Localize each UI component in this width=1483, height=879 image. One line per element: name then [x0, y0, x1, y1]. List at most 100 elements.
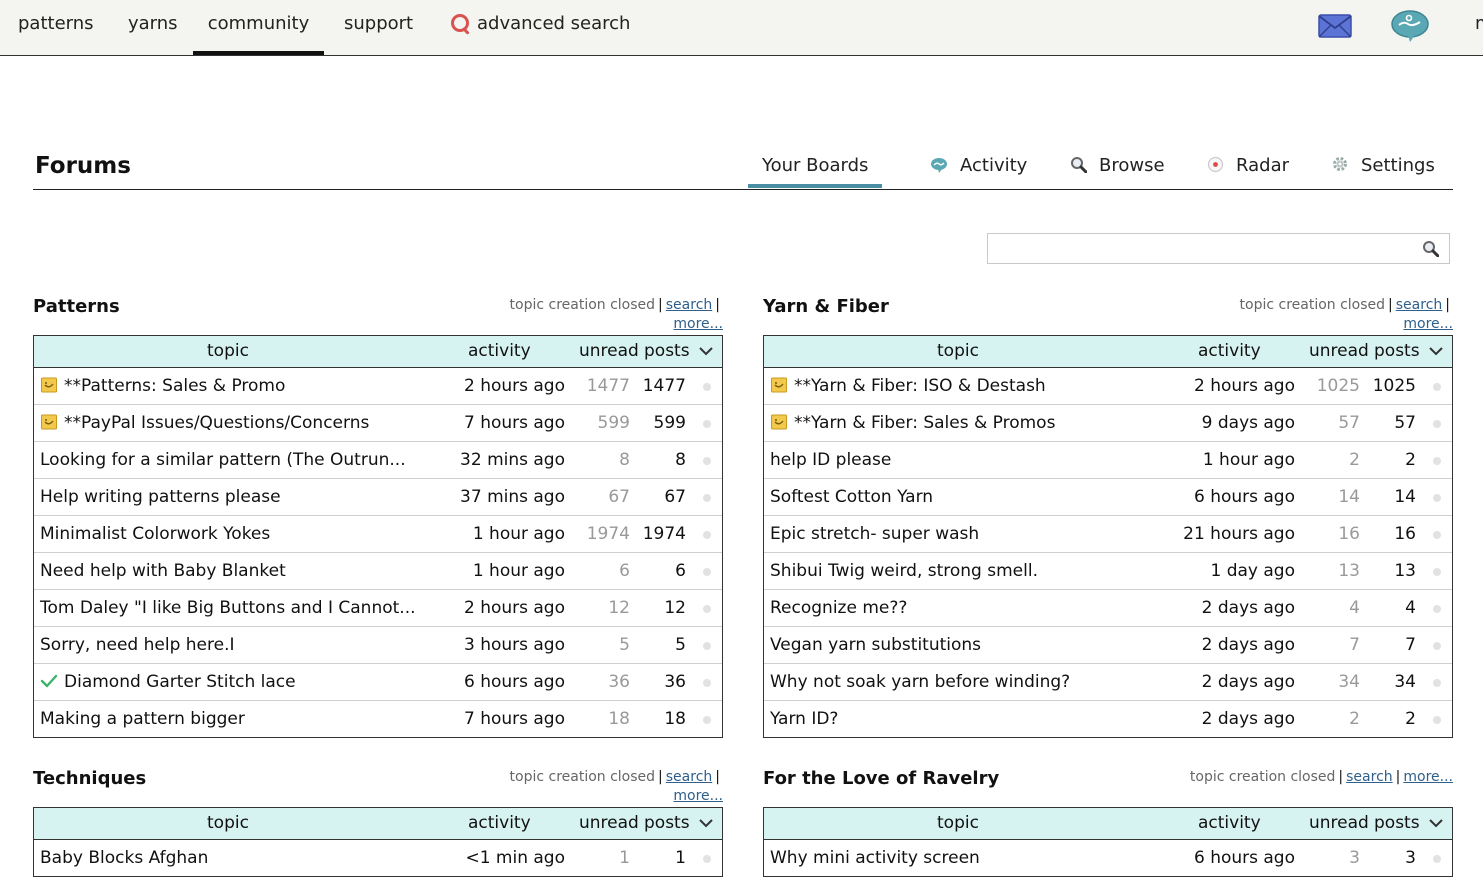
mark-read-dot[interactable] [703, 855, 711, 863]
table-row[interactable]: **Patterns: Sales & Promo 2 hours ago 1477… [34, 368, 722, 405]
board-search-input[interactable] [988, 234, 1420, 261]
column-activity[interactable]: activity [468, 341, 531, 361]
table-row[interactable]: Sorry, need help here.I 3 hours ago 5 5 [34, 627, 722, 664]
nav-user-cut[interactable]: m [1475, 0, 1483, 47]
unread-count[interactable]: 1477 [587, 376, 630, 396]
unread-count[interactable]: 4 [1349, 598, 1360, 618]
mark-read-dot[interactable] [1433, 420, 1441, 428]
table-row[interactable]: Baby Blocks Afghan <1 min ago 1 1 [34, 840, 722, 876]
column-topic[interactable]: topic [937, 341, 979, 361]
unread-count[interactable]: 18 [608, 709, 630, 729]
mark-read-dot[interactable] [1433, 383, 1441, 391]
column-topic[interactable]: topic [207, 341, 249, 361]
column-topic[interactable]: topic [207, 813, 249, 833]
table-row[interactable]: Minimalist Colorwork Yokes 1 hour ago 1974… [34, 516, 722, 553]
mark-read-dot[interactable] [703, 383, 711, 391]
unread-count[interactable]: 6 [619, 561, 630, 581]
column-activity[interactable]: activity [468, 813, 531, 833]
unread-count[interactable]: 12 [608, 598, 630, 618]
mark-read-dot[interactable] [703, 716, 711, 724]
mark-read-dot[interactable] [1433, 568, 1441, 576]
table-row[interactable]: Looking for a similar pattern (The Outru… [34, 442, 722, 479]
table-row[interactable]: Making a pattern bigger 7 hours ago 18 18 [34, 701, 722, 737]
table-row[interactable]: Shibui Twig weird, strong smell. 1 day ag… [764, 553, 1452, 590]
unread-count[interactable]: 5 [619, 635, 630, 655]
tab-activity[interactable]: Activity [930, 155, 1027, 176]
topic-link[interactable]: help ID please [770, 450, 891, 470]
unread-count[interactable]: 3 [1349, 848, 1360, 868]
table-row[interactable]: Why not soak yarn before winding? 2 days … [764, 664, 1452, 701]
mail-icon[interactable] [1318, 13, 1352, 39]
tab-your-boards[interactable]: Your Boards [748, 155, 883, 188]
column-activity[interactable]: activity [1198, 341, 1261, 361]
table-row[interactable]: Why mini activity screen 6 hours ago 3 3 [764, 840, 1452, 876]
column-unread[interactable]: unread [579, 341, 639, 361]
tab-radar[interactable]: Radar [1207, 155, 1289, 176]
mark-read-dot[interactable] [703, 457, 711, 465]
unread-count[interactable]: 36 [608, 672, 630, 692]
chevron-down-icon[interactable] [698, 817, 714, 829]
mark-read-dot[interactable] [1433, 457, 1441, 465]
topic-link[interactable]: Shibui Twig weird, strong smell. [770, 561, 1038, 581]
unread-count[interactable]: 67 [608, 487, 630, 507]
tab-browse[interactable]: Browse [1070, 155, 1165, 176]
topic-link[interactable]: Why not soak yarn before winding? [770, 672, 1070, 692]
mark-read-dot[interactable] [1433, 679, 1441, 687]
topic-link[interactable]: **Patterns: Sales & Promo [40, 376, 285, 396]
column-posts[interactable]: posts [1374, 341, 1420, 361]
tab-settings[interactable]: Settings [1331, 155, 1435, 176]
mark-read-dot[interactable] [703, 494, 711, 502]
table-row[interactable]: Yarn ID? 2 days ago 2 2 [764, 701, 1452, 737]
table-row[interactable]: Recognize me?? 2 days ago 4 4 [764, 590, 1452, 627]
mark-read-dot[interactable] [703, 642, 711, 650]
unread-count[interactable]: 13 [1338, 561, 1360, 581]
mark-read-dot[interactable] [703, 531, 711, 539]
mark-read-dot[interactable] [1433, 531, 1441, 539]
table-row[interactable]: Need help with Baby Blanket 1 hour ago 6 6 [34, 553, 722, 590]
mark-read-dot[interactable] [703, 605, 711, 613]
topic-link[interactable]: Why mini activity screen [770, 848, 980, 868]
search-icon[interactable] [1422, 240, 1439, 257]
unread-count[interactable]: 2 [1349, 709, 1360, 729]
mark-read-dot[interactable] [1433, 855, 1441, 863]
board-search-link[interactable]: search [1396, 297, 1443, 313]
column-posts[interactable]: posts [1374, 813, 1420, 833]
nav-advanced-search[interactable]: advanced search [451, 0, 630, 55]
board-more-link[interactable]: more... [1403, 316, 1453, 332]
topic-link[interactable]: Need help with Baby Blanket [40, 561, 286, 581]
column-unread[interactable]: unread [1309, 341, 1369, 361]
column-activity[interactable]: activity [1198, 813, 1261, 833]
nav-community[interactable]: community [193, 0, 324, 55]
board-search-link[interactable]: search [666, 769, 713, 785]
nav-support[interactable]: support [344, 0, 413, 55]
table-row[interactable]: **Yarn & Fiber: ISO & Destash 2 hours ago… [764, 368, 1452, 405]
chevron-down-icon[interactable] [1428, 817, 1444, 829]
topic-link[interactable]: Diamond Garter Stitch lace [40, 672, 296, 692]
unread-count[interactable]: 2 [1349, 450, 1360, 470]
column-topic[interactable]: topic [937, 813, 979, 833]
unread-count[interactable]: 599 [598, 413, 630, 433]
unread-count[interactable]: 16 [1338, 524, 1360, 544]
topic-link[interactable]: **Yarn & Fiber: Sales & Promos [770, 413, 1055, 433]
table-row[interactable]: Softest Cotton Yarn 6 hours ago 14 14 [764, 479, 1452, 516]
mark-read-dot[interactable] [1433, 716, 1441, 724]
column-posts[interactable]: posts [644, 813, 690, 833]
mark-read-dot[interactable] [703, 679, 711, 687]
nav-patterns[interactable]: patterns [18, 0, 94, 55]
table-row[interactable]: Diamond Garter Stitch lace 6 hours ago 36 3… [34, 664, 722, 701]
topic-link[interactable]: Tom Daley "I like Big Buttons and I Cann… [40, 598, 416, 618]
topic-link[interactable]: Epic stretch- super wash [770, 524, 979, 544]
topic-link[interactable]: Yarn ID? [770, 709, 838, 729]
mark-read-dot[interactable] [703, 420, 711, 428]
mark-read-dot[interactable] [1433, 605, 1441, 613]
topic-link[interactable]: Minimalist Colorwork Yokes [40, 524, 270, 544]
board-search-link[interactable]: search [666, 297, 713, 313]
column-unread[interactable]: unread [579, 813, 639, 833]
nav-yarns[interactable]: yarns [128, 0, 178, 55]
topic-link[interactable]: **PayPal Issues/Questions/Concerns [40, 413, 369, 433]
table-row[interactable]: **PayPal Issues/Questions/Concerns 7 hour… [34, 405, 722, 442]
topic-link[interactable]: Making a pattern bigger [40, 709, 245, 729]
topic-link[interactable]: Baby Blocks Afghan [40, 848, 208, 868]
table-row[interactable]: Vegan yarn substitutions 2 days ago 7 7 [764, 627, 1452, 664]
unread-count[interactable]: 7 [1349, 635, 1360, 655]
